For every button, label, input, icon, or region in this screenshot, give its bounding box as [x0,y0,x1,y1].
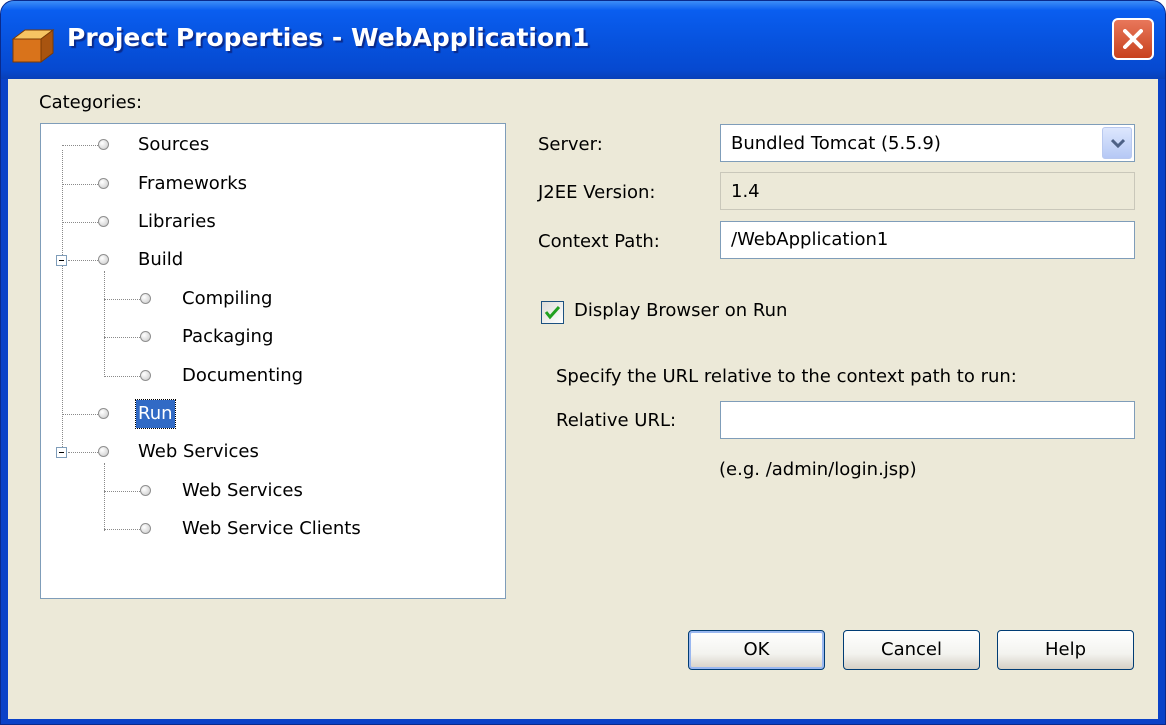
tree-connector [62,184,98,185]
dialog-body: Categories: Sources Frameworks Libraries… [8,79,1158,719]
ok-button[interactable]: OK [688,630,825,670]
tree-item-label: Run [135,399,176,429]
tree-item-label: Documenting [182,365,304,386]
close-x-icon [1123,29,1143,49]
bullet-icon [140,331,151,342]
bullet-icon [98,254,109,265]
j2ee-version-value: 1.4 [731,181,760,202]
tree-connector [68,452,98,453]
cancel-button[interactable]: Cancel [843,630,980,670]
tree-item-label: Frameworks [138,173,248,194]
project-properties-dialog: Project Properties - WebApplication1 Cat… [0,0,1166,725]
tree-connector [68,260,98,261]
tree-connector [104,376,140,377]
checkmark-icon [544,305,561,320]
server-dropdown[interactable]: Bundled Tomcat (5.5.9) [720,124,1135,162]
close-button[interactable] [1112,18,1154,60]
tree-item-label: Build [138,249,184,270]
tree-item-label: Sources [138,134,210,155]
tree-connector [104,299,140,300]
tree-connector [104,271,105,377]
server-label: Server: [538,134,603,155]
relative-url-example: (e.g. /admin/login.jsp) [719,459,917,480]
context-path-label: Context Path: [538,231,660,252]
tree-connector [104,463,105,531]
display-browser-label[interactable]: Display Browser on Run [574,300,787,321]
tree-item-label: Packaging [182,326,274,347]
tree-connector [62,145,98,146]
tree-item-label: Web Services [138,441,259,462]
context-path-input[interactable] [720,221,1135,259]
relative-url-input[interactable] [720,401,1135,439]
bullet-icon [140,370,151,381]
relative-url-hint: Specify the URL relative to the context … [556,366,1017,387]
categories-tree[interactable]: Sources Frameworks Libraries Build Compi… [40,123,506,599]
tree-item-label: Compiling [182,288,273,309]
tree-item-label: Web Service Clients [182,518,361,539]
bullet-icon [98,408,109,419]
collapse-minus-icon[interactable] [56,255,67,266]
title-bar[interactable]: Project Properties - WebApplication1 [1,1,1165,79]
bullet-icon [98,178,109,189]
bullet-icon [98,216,109,227]
j2ee-version-field: 1.4 [720,172,1135,210]
tree-connector [104,337,140,338]
relative-url-label: Relative URL: [556,410,677,431]
tree-connector [62,222,98,223]
bullet-icon [140,485,151,496]
bullet-icon [98,446,109,457]
tree-connector [104,529,140,530]
window-title: Project Properties - WebApplication1 [67,23,590,52]
chevron-down-icon [1111,138,1125,148]
project-box-icon [11,29,55,63]
bullet-icon [140,523,151,534]
collapse-minus-icon[interactable] [56,447,67,458]
tree-item-label: Web Services [182,480,303,501]
help-button[interactable]: Help [997,630,1134,670]
bullet-icon [140,293,151,304]
tree-item-label: Libraries [138,211,216,232]
tree-connector [104,491,140,492]
dropdown-button[interactable] [1102,127,1132,159]
bullet-icon [98,139,109,150]
display-browser-checkbox[interactable] [541,301,564,324]
categories-label: Categories: [39,92,143,113]
tree-connector [62,150,63,455]
server-value: Bundled Tomcat (5.5.9) [731,133,941,154]
j2ee-version-label: J2EE Version: [538,182,656,203]
tree-connector [62,414,98,415]
